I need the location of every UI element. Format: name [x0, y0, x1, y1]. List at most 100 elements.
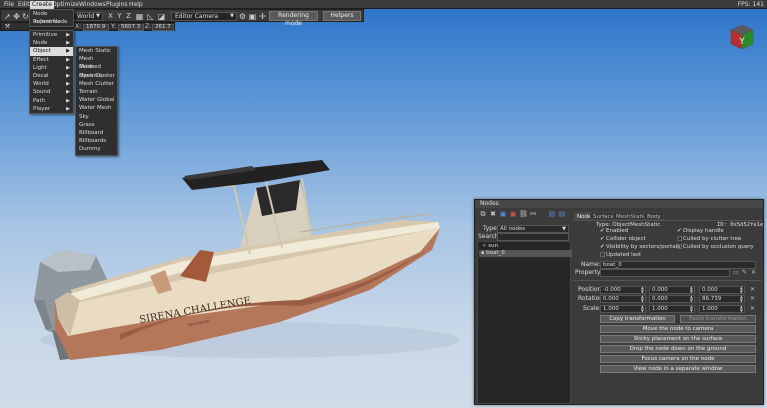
crosshair-icon[interactable]: ✛	[258, 12, 267, 21]
checkbox-updated-last[interactable]: □Updated last	[600, 252, 641, 259]
menu-item-effect[interactable]: Effect ▶	[30, 56, 73, 64]
menu-item-label: Light	[33, 64, 47, 71]
focus-camera-button[interactable]: Focus camera on the node	[600, 355, 756, 363]
snap-angle-icon[interactable]: ◺	[146, 12, 155, 21]
link-icon[interactable]: ⛓	[519, 210, 528, 218]
checkbox-visibility-sectors[interactable]: ✔Visibility by sectors/portals	[600, 244, 680, 251]
select-arrow-icon[interactable]: ➚	[3, 12, 12, 21]
scale-y-input[interactable]: 1.000 ▲ ▼	[649, 305, 695, 313]
rotation-y-input[interactable]: 0.000 ▲ ▼	[649, 295, 695, 303]
menu-item-billboard[interactable]: Billboard	[76, 129, 117, 137]
copy-transformation-button[interactable]: Copy transformation	[600, 315, 675, 323]
menu-item-mesh-skinned[interactable]: Mesh Skinned	[76, 55, 117, 70]
axis-y-toggle[interactable]: Y	[115, 12, 124, 21]
menu-file[interactable]: File	[2, 1, 16, 9]
position-z-input[interactable]: 0.000 ▲ ▼	[699, 286, 745, 294]
name-input[interactable]: boat_0	[600, 261, 756, 269]
edit-icon[interactable]: ✎	[742, 269, 747, 277]
menu-item-billboards[interactable]: Billboards	[76, 137, 117, 145]
reset-position-icon[interactable]: ✕	[750, 286, 755, 294]
menu-item-label: Player	[33, 105, 51, 112]
menu-item-mesh-static[interactable]: Mesh Static	[76, 47, 117, 55]
paste-transformation-button[interactable]: Paste transformation	[680, 315, 756, 323]
menu-item-import-node[interactable]: Import Node	[30, 18, 73, 26]
create-menu-top: Node Reference Import Node	[29, 9, 74, 27]
scale-x-input[interactable]: 1.000 ▲ ▼	[600, 305, 646, 313]
chevron-down-icon: ▼	[96, 13, 100, 19]
menu-plugins[interactable]: Plugins	[104, 1, 130, 9]
menu-item-grass[interactable]: Grass	[76, 121, 117, 129]
axis-x-toggle[interactable]: X	[106, 12, 115, 21]
menu-item-node[interactable]: Node ▶	[30, 39, 73, 47]
checkbox-collider-object[interactable]: ✔Collider object	[600, 236, 646, 243]
space-select[interactable]: World ▼	[73, 12, 103, 21]
checkbox-display-handle[interactable]: ✔Display handle	[677, 228, 724, 235]
clone-node-icon[interactable]: ⧉	[479, 210, 487, 218]
save-camera-icon[interactable]: ▣	[248, 12, 257, 21]
checkbox-enabled[interactable]: ✔Enabled	[600, 228, 628, 235]
menu-item-world[interactable]: World ▶	[30, 80, 73, 88]
menu-item-mesh-dynamic[interactable]: Mesh Dynamic	[76, 63, 117, 78]
wrench-icon[interactable]: ⚒	[3, 22, 12, 31]
tree-item-sun[interactable]: ☀ sun	[480, 243, 498, 250]
rotation-x-input[interactable]: 0.000 ▲ ▼	[600, 295, 646, 303]
menu-item-label: World	[33, 81, 49, 88]
rendering-mode-button[interactable]: Rendering mode	[269, 11, 318, 27]
drop-node-button[interactable]: Drop the node down on the ground	[600, 345, 756, 353]
position-x-input[interactable]: -0.000 ▲ ▼	[600, 286, 646, 294]
clear-icon[interactable]: ✕	[751, 269, 756, 277]
menu-item-node-reference[interactable]: Node Reference	[30, 10, 73, 25]
folder-icon[interactable]: ▭	[733, 269, 739, 277]
menu-item-path[interactable]: Path ▶	[30, 97, 73, 105]
move-icon[interactable]: ✥	[12, 12, 21, 21]
move-node-to-camera-button[interactable]: Move the node to camera	[600, 325, 756, 333]
scale-z-input[interactable]: 1.000 ▲ ▼	[699, 305, 745, 313]
menu-item-mesh-clutter[interactable]: Mesh Clutter	[76, 80, 117, 88]
camera-settings-gear-icon[interactable]: ⚙	[238, 12, 247, 21]
tree-item-boat[interactable]: ▪ boat_0	[479, 250, 572, 257]
import-icon[interactable]: ▤	[548, 210, 556, 218]
node-search-input[interactable]	[497, 233, 569, 241]
checkbox-culled-occlusion[interactable]: □Culled by occlusion query	[677, 244, 754, 251]
snap-scale-icon[interactable]: ◪	[157, 12, 166, 21]
menu-item-player[interactable]: Player ▶	[30, 105, 73, 113]
unlink-icon[interactable]: ⚯	[529, 210, 537, 218]
sticky-placement-button[interactable]: Sticky placement on the surface	[600, 335, 756, 343]
gizmo-axis-label: Y	[738, 37, 745, 47]
position-y-input[interactable]: 0.000 ▲ ▼	[649, 286, 695, 294]
reset-rotation-icon[interactable]: ✕	[750, 295, 755, 303]
helpers-button[interactable]: Helpers	[323, 11, 361, 21]
menu-item-sound[interactable]: Sound ▶	[30, 88, 73, 96]
axis-z-toggle[interactable]: Z	[124, 12, 133, 21]
spin-arrows-icon: ▲ ▼	[739, 294, 743, 303]
menu-item-water-mesh[interactable]: Water Mesh	[76, 104, 117, 112]
node-tree[interactable]: ☀ sun ▪ boat_0	[477, 241, 572, 404]
menu-item-mesh-cluster[interactable]: Mesh Cluster	[76, 72, 117, 80]
rotation-z-input[interactable]: 86.739 ▲ ▼	[699, 295, 745, 303]
menu-item-primitive[interactable]: Primitive ▶	[30, 31, 73, 39]
camera-select[interactable]: Editor Camera ▼	[171, 12, 237, 21]
menu-item-water-global[interactable]: Water Global	[76, 96, 117, 104]
export-icon[interactable]: ▤	[558, 210, 566, 218]
ungroup-icon[interactable]: ▣	[509, 210, 517, 218]
menu-item-decal[interactable]: Decal ▶	[30, 72, 73, 80]
reset-scale-icon[interactable]: ✕	[750, 305, 755, 313]
menu-help[interactable]: Help	[127, 1, 145, 9]
delete-node-icon[interactable]: ✖	[489, 210, 497, 218]
tab-body[interactable]: Body	[644, 212, 664, 220]
spin-arrows-icon: ▲ ▼	[689, 304, 693, 313]
group-icon[interactable]: ▣	[499, 210, 507, 218]
snap-grid-icon[interactable]: ▦	[135, 12, 144, 21]
view-node-window-button[interactable]: View node in a separate window	[600, 365, 756, 373]
orientation-gizmo[interactable]: Y	[727, 24, 757, 50]
menu-item-object[interactable]: Object ▶	[30, 47, 73, 56]
menu-item-light[interactable]: Light ▶	[30, 64, 73, 72]
checkbox-culled-clutter[interactable]: □Culled by clutter tree	[677, 236, 741, 243]
menu-item-terrain[interactable]: Terrain	[76, 88, 117, 96]
menu-item-dummy[interactable]: Dummy	[76, 145, 117, 153]
coordinate-bar: ⚒ X: 1870.9 Y: 5607.3 Z: 261.7	[0, 22, 175, 31]
menu-item-sky[interactable]: Sky	[76, 113, 117, 121]
node-type-select[interactable]: All nodes ▼	[497, 225, 569, 233]
scale-label: Scale:	[583, 305, 602, 312]
property-input[interactable]	[600, 269, 730, 277]
